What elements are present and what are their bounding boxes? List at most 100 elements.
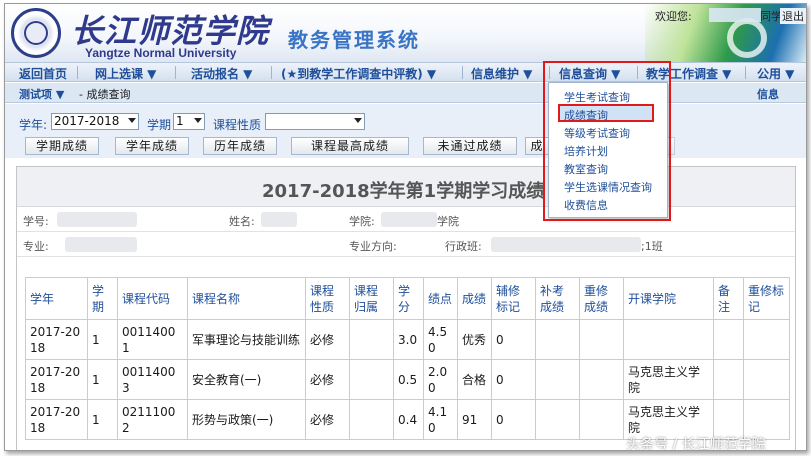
nav-info-maintenance[interactable]: 信息维护 ▼ [471, 65, 532, 82]
col-header[interactable]: 课程性质 [305, 277, 350, 320]
info-row-2: 专业: 专业方向: 行政班: ;1班 [17, 233, 795, 257]
user-name-redacted [709, 8, 761, 22]
test-item-dropdown[interactable]: 测试项 ▼ [19, 86, 64, 102]
table-header-row: 学年 学期 课程代码 课程名称 课程性质 课程归属 学分 绩点 成绩 辅修标记 … [25, 277, 790, 320]
college-label: 学院: [349, 215, 375, 228]
name-label: 姓名: [229, 215, 255, 228]
cell-makeup [535, 359, 580, 400]
chevron-down-icon [128, 118, 136, 123]
sub-toolbar: 测试项 ▼ - 成绩查询 信息 [5, 83, 806, 103]
nav-teaching-evaluation[interactable]: (★到教学工作调查中评教) ▼ [281, 65, 436, 82]
cell-belong [349, 399, 394, 440]
cell-year: 2017-2018 [25, 319, 88, 360]
university-seal-icon [11, 8, 61, 58]
failed-grades-button[interactable]: 未通过成绩 [423, 137, 517, 155]
report-title: 2017-2018学年第1学期学习成绩 [262, 181, 545, 202]
cell-year: 2017-2018 [25, 399, 88, 440]
info-row-1: 学号: 姓名: 学院: 学院 [17, 208, 795, 232]
table-row: 2017-2018 1 00114003 安全教育(一) 必修 0.5 2.00… [25, 359, 790, 400]
nav-public[interactable]: 公用 ▼ [757, 65, 794, 82]
major-redacted [65, 237, 137, 252]
cell-nature: 必修 [305, 359, 350, 400]
cell-retake [579, 319, 624, 360]
col-header[interactable]: 绩点 [423, 277, 458, 320]
cell-remark [713, 359, 744, 400]
info-link[interactable]: 信息 [757, 86, 779, 102]
cell-college: 马克思主义学院 [623, 359, 714, 400]
cell-term: 1 [87, 399, 118, 440]
annotation-highlight-box [543, 61, 671, 221]
history-grades-button[interactable]: 历年成绩 [203, 137, 277, 155]
cell-college [623, 319, 714, 360]
direction-label: 专业方向: [349, 240, 397, 253]
table-row: 2017-2018 1 00114001 军事理论与技能训练 必修 3.0 4.… [25, 319, 790, 360]
cell-grade: 优秀 [457, 319, 492, 360]
report-header: 2017-2018学年第1学期学习成绩 [17, 167, 795, 207]
browser-frame: 长江师范学院 Yangtze Normal University 教务管理系统 … [4, 3, 807, 451]
user-role: 同学 [760, 10, 782, 23]
col-header[interactable]: 学分 [393, 277, 424, 320]
term-select[interactable]: 1 [173, 113, 205, 130]
cell-course-name: 军事理论与技能训练 [187, 319, 306, 360]
page-header: 长江师范学院 Yangtze Normal University 教务管理系统 … [5, 4, 806, 62]
cell-credit: 3.0 [393, 319, 424, 360]
cell-remark [713, 319, 744, 360]
name-redacted [261, 212, 297, 227]
logout-link[interactable]: 退出 [780, 8, 806, 24]
student-id-label: 学号: [23, 215, 49, 228]
class-label: 行政班: [445, 240, 482, 253]
cell-retake [579, 399, 624, 440]
col-header[interactable]: 辅修标记 [491, 277, 536, 320]
col-header[interactable]: 学年 [25, 277, 88, 320]
cell-course-name: 形势与政策(一) [187, 399, 306, 440]
cell-belong [349, 319, 394, 360]
col-header[interactable]: 备注 [713, 277, 744, 320]
main-nav: 返回首页 网上选课 ▼ 活动报名 ▼ (★到教学工作调查中评教) ▼ 信息维护 … [5, 62, 806, 82]
col-header[interactable]: 课程名称 [187, 277, 306, 320]
cell-term: 1 [87, 319, 118, 360]
cell-minor-flag: 0 [491, 359, 536, 400]
cell-nature: 必修 [305, 399, 350, 440]
col-header[interactable]: 课程代码 [117, 277, 188, 320]
cell-minor-flag: 0 [491, 399, 536, 440]
cell-makeup [535, 399, 580, 440]
class-suffix: ;1班 [641, 240, 663, 253]
student-id-redacted [57, 212, 137, 227]
course-nature-select[interactable] [265, 113, 365, 130]
swirl-decoration-icon [727, 18, 767, 58]
term-grades-button[interactable]: 学期成绩 [25, 137, 99, 155]
cell-gpa: 4.10 [423, 399, 458, 440]
col-header[interactable]: 成绩 [457, 277, 492, 320]
col-header[interactable]: 补考成绩 [535, 277, 580, 320]
cell-year: 2017-2018 [25, 359, 88, 400]
cell-belong [349, 359, 394, 400]
grade-report-panel: 2017-2018学年第1学期学习成绩 学号: 姓名: 学院: 学院 专业: 专… [16, 166, 796, 450]
cell-grade: 91 [457, 399, 492, 440]
school-name-en: Yangtze Normal University [85, 46, 237, 60]
cell-gpa: 2.00 [423, 359, 458, 400]
welcome-text: 欢迎您: [655, 10, 692, 23]
cell-makeup [535, 319, 580, 360]
cell-gpa: 4.50 [423, 319, 458, 360]
year-label: 学年: [19, 118, 48, 132]
nav-home[interactable]: 返回首页 [19, 65, 67, 82]
col-header[interactable]: 重修标记 [743, 277, 790, 320]
breadcrumb: - 成绩查询 [79, 88, 131, 101]
col-header[interactable]: 开课学院 [623, 277, 714, 320]
col-header[interactable]: 学期 [87, 277, 118, 320]
col-header[interactable]: 课程归属 [349, 277, 394, 320]
col-header[interactable]: 重修成绩 [579, 277, 624, 320]
grades-table: 学年 学期 课程代码 课程名称 课程性质 课程归属 学分 绩点 成绩 辅修标记 … [25, 277, 790, 440]
max-grades-button[interactable]: 课程最高成绩 [291, 137, 409, 155]
nav-activity-signup[interactable]: 活动报名 ▼ [191, 65, 252, 82]
cell-course-code: 00114001 [117, 319, 188, 360]
cell-grade: 合格 [457, 359, 492, 400]
nav-course-selection[interactable]: 网上选课 ▼ [95, 65, 156, 82]
cell-course-name: 安全教育(一) [187, 359, 306, 400]
year-grades-button[interactable]: 学年成绩 [115, 137, 189, 155]
college-redacted [381, 212, 437, 227]
cell-nature: 必修 [305, 319, 350, 360]
filter-bar: 学年: 2017-2018 学期 1 课程性质 学期成绩 学年成绩 历年成绩 课… [5, 104, 806, 158]
college-suffix: 学院 [437, 215, 459, 228]
year-select[interactable]: 2017-2018 [51, 113, 139, 130]
